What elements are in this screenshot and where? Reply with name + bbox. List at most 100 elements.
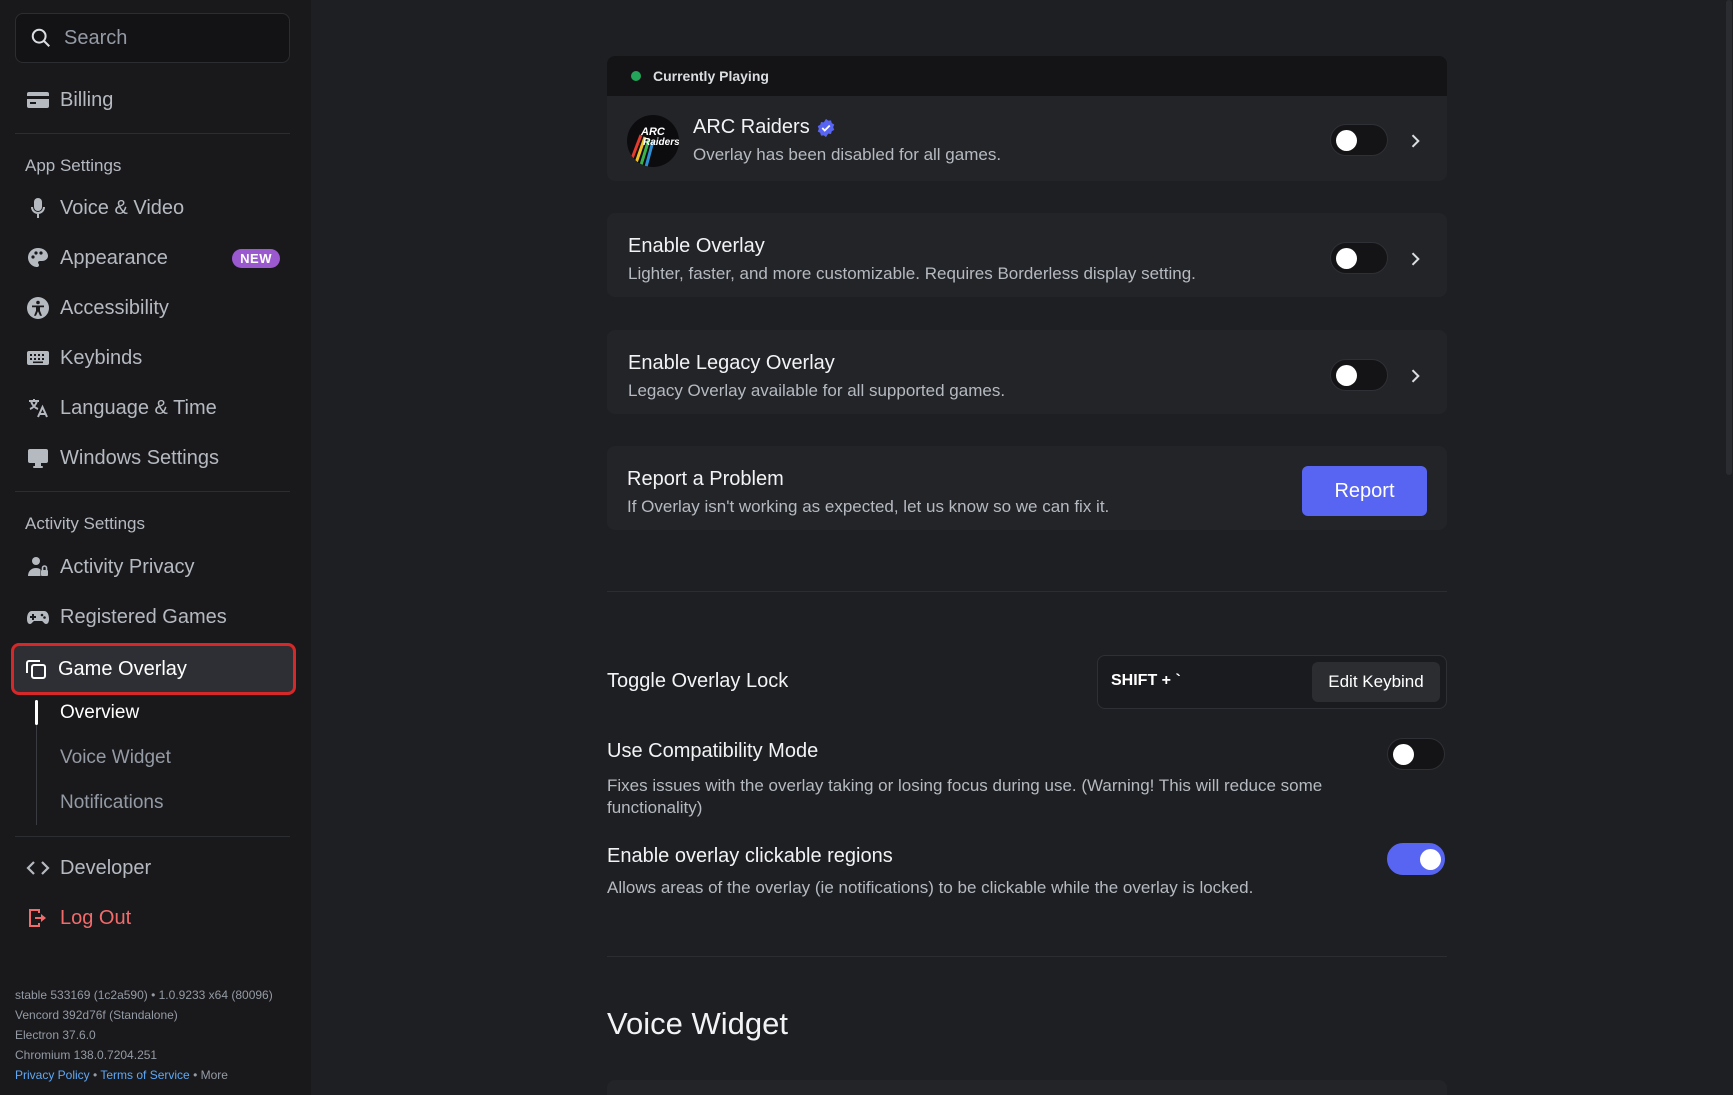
enable-legacy-title: Enable Legacy Overlay: [628, 352, 835, 374]
enable-overlay-subtitle: Lighter, faster, and more customizable. …: [628, 264, 1196, 283]
accessibility-icon: [25, 295, 51, 321]
sidebar-item-registered-games[interactable]: Registered Games: [15, 595, 290, 639]
sidebar-item-billing[interactable]: Billing: [15, 78, 290, 122]
sidebar-item-label: Developer: [60, 856, 152, 879]
sidebar-item-label: Activity Privacy: [60, 555, 195, 578]
privacy-policy-link[interactable]: Privacy Policy: [15, 1068, 90, 1082]
compat-mode-toggle[interactable]: [1387, 738, 1445, 770]
sidebar-item-label: Voice & Video: [60, 196, 185, 219]
compat-mode-subtitle: Fixes issues with the overlay taking or …: [607, 775, 1327, 819]
voice-widget-heading: Voice Widget: [607, 1006, 788, 1041]
enable-overlay-title: Enable Overlay: [628, 235, 765, 257]
game-info: ARC Raiders Overlay has been disabled fo…: [693, 116, 1001, 165]
report-button[interactable]: Report: [1302, 466, 1427, 516]
sidebar-item-label: Log Out: [60, 906, 132, 929]
sub-item-overview[interactable]: Overview: [60, 702, 139, 724]
report-title: Report a Problem: [627, 468, 784, 490]
currently-playing-card: Currently Playing ARC Raiders ARC Raider…: [607, 56, 1447, 181]
chevron-right-icon[interactable]: [1405, 249, 1425, 269]
chevron-right-icon[interactable]: [1405, 366, 1425, 386]
translate-icon: [25, 395, 51, 421]
separator: •: [193, 1068, 198, 1082]
sidebar-divider: [15, 836, 290, 837]
logout-icon: [25, 905, 51, 931]
enable-legacy-toggle[interactable]: [1330, 359, 1388, 391]
sub-item-notifications[interactable]: Notifications: [60, 792, 164, 814]
toggle-knob: [1420, 849, 1441, 870]
sidebar-item-game-overlay[interactable]: Game Overlay: [11, 643, 296, 695]
toggle-knob: [1336, 130, 1357, 151]
compat-mode-subtitle-line: functionality): [607, 798, 703, 817]
compat-mode-title: Use Compatibility Mode: [607, 740, 819, 762]
version-line: Chromium 138.0.7204.251: [15, 1048, 158, 1062]
sidebar-item-label: Billing: [60, 88, 114, 111]
toggle-knob: [1336, 248, 1357, 269]
enable-overlay-toggle[interactable]: [1330, 242, 1388, 274]
currently-playing-label: Currently Playing: [653, 68, 769, 84]
sidebar-item-label: Language & Time: [60, 396, 217, 419]
verified-badge-icon: [817, 118, 834, 137]
more-link[interactable]: More: [201, 1068, 228, 1082]
user-privacy-icon: [25, 554, 51, 580]
scrollbar-thumb[interactable]: [1726, 0, 1732, 475]
sidebar-item-language-time[interactable]: Language & Time: [15, 386, 290, 430]
keybind-recorder[interactable]: SHIFT + ` Edit Keybind: [1097, 655, 1447, 709]
sidebar-item-label: Game Overlay: [58, 657, 187, 680]
sidebar-item-label: Accessibility: [60, 296, 169, 319]
game-subtitle: Overlay has been disabled for all games.: [693, 145, 1002, 164]
sidebar-item-appearance[interactable]: Appearance NEW: [15, 236, 290, 280]
footer-links: Privacy Policy • Terms of Service • More: [15, 1065, 273, 1085]
search-box[interactable]: [15, 13, 290, 63]
enable-overlay-card: Enable Overlay Lighter, faster, and more…: [607, 213, 1447, 297]
sidebar-item-activity-privacy[interactable]: Activity Privacy: [15, 545, 290, 589]
sub-item-voice-widget[interactable]: Voice Widget: [60, 747, 171, 769]
chevron-right-icon[interactable]: [1405, 131, 1425, 151]
compat-mode-subtitle-line: Fixes issues with the overlay taking or …: [607, 776, 1323, 795]
search-input[interactable]: [64, 26, 264, 50]
sidebar-item-developer[interactable]: Developer: [15, 846, 290, 890]
sidebar-item-label: Appearance: [60, 246, 168, 269]
game-logo: ARC Raiders: [627, 115, 679, 167]
new-badge: NEW: [232, 248, 280, 268]
code-icon: [25, 855, 51, 881]
clickable-regions-title: Enable overlay clickable regions: [607, 845, 893, 867]
version-line: stable 533169 (1c2a590) • 1.0.9233 x64 (…: [15, 988, 273, 1002]
overlay-icon: [23, 656, 49, 682]
version-line: Vencord 392d76f (Standalone): [15, 1008, 178, 1022]
toggle-lock-title: Toggle Overlay Lock: [607, 670, 789, 692]
section-label-activity-settings: Activity Settings: [25, 514, 145, 533]
enable-legacy-subtitle: Legacy Overlay available for all support…: [628, 381, 1006, 400]
palette-icon: [25, 245, 51, 271]
clickable-regions-setting: Enable overlay clickable regions Allows …: [607, 845, 1327, 898]
sidebar-item-logout[interactable]: Log Out: [15, 896, 290, 940]
section-divider: [607, 956, 1447, 957]
terms-link[interactable]: Terms of Service: [100, 1068, 189, 1082]
toggle-knob: [1336, 365, 1357, 386]
enable-legacy-overlay-card: Enable Legacy Overlay Legacy Overlay ava…: [607, 330, 1447, 414]
sidebar-divider: [15, 491, 290, 492]
game-name: ARC Raiders: [693, 116, 810, 138]
keyboard-icon: [25, 345, 51, 371]
sidebar-item-voice-video[interactable]: Voice & Video: [15, 186, 290, 230]
game-overlay-toggle[interactable]: [1330, 124, 1388, 156]
monitor-icon: [25, 445, 51, 471]
compat-mode-setting: Use Compatibility Mode Fixes issues with…: [607, 740, 1327, 819]
version-info: stable 533169 (1c2a590) • 1.0.9233 x64 (…: [15, 985, 273, 1085]
section-label-app-settings: App Settings: [25, 156, 122, 175]
sidebar-item-windows-settings[interactable]: Windows Settings: [15, 436, 290, 480]
version-line: Electron 37.6.0: [15, 1028, 96, 1042]
main-scrollbar[interactable]: [1725, 0, 1733, 480]
sidebar-item-accessibility[interactable]: Accessibility: [15, 286, 290, 330]
sidebar-item-label: Windows Settings: [60, 446, 219, 469]
separator: •: [93, 1068, 98, 1082]
online-status-dot: [631, 71, 641, 81]
currently-playing-header: Currently Playing: [607, 56, 1447, 96]
report-subtitle: If Overlay isn't working as expected, le…: [627, 497, 1110, 516]
sidebar-item-keybinds[interactable]: Keybinds: [15, 336, 290, 380]
clickable-regions-subtitle: Allows areas of the overlay (ie notifica…: [607, 878, 1254, 897]
clickable-regions-toggle[interactable]: [1387, 843, 1445, 875]
credit-card-icon: [25, 87, 51, 113]
game-logo-text: Raiders: [643, 137, 679, 148]
edit-keybind-button[interactable]: Edit Keybind: [1312, 662, 1440, 702]
toggle-knob: [1393, 744, 1414, 765]
